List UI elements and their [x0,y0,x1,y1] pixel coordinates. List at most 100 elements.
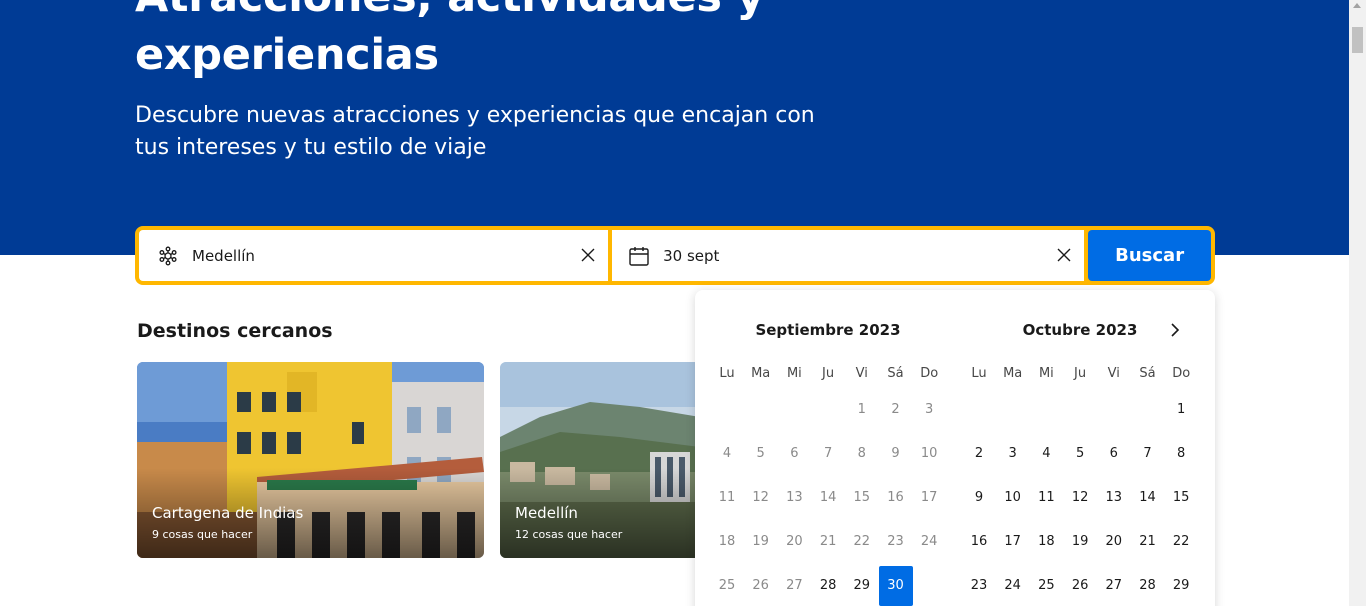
calendar-day[interactable]: 8 [1164,434,1198,474]
calendar-day[interactable]: 6 [1097,434,1131,474]
weekday-label: Do [1172,366,1191,381]
hero-banner: Atracciones, actividades y experiencias … [0,0,1349,255]
weekday-label: Sá [1139,366,1156,381]
next-month-icon[interactable] [1165,320,1185,340]
weekday-label: Ma [1003,366,1023,381]
calendar-day: 14 [819,490,837,505]
month-title: Septiembre 2023 [755,321,901,339]
calendar-day[interactable]: 28 [1131,566,1165,606]
calendar-day[interactable]: 16 [962,522,996,562]
calendar-day: 6 [790,446,799,461]
calendar-day: 4 [722,446,732,461]
attraction-icon [157,245,179,267]
calendar-day: 16 [887,490,904,505]
hero-title: Atracciones, actividades y experiencias [135,0,764,80]
calendar-day[interactable]: 26 [1063,566,1097,606]
date-field[interactable]: 30 sept [612,230,1085,281]
calendar-day[interactable]: 15 [1164,478,1198,518]
calendar-day[interactable]: 9 [962,478,996,518]
card-count: 12 cosas que hacer [515,528,623,541]
calendar-day: 26 [752,578,769,593]
weekday-label: Vi [855,366,868,381]
calendar-day: 13 [786,490,803,505]
weekday-label: Do [920,366,939,381]
weekday-label: Ju [822,366,835,381]
calendar-day[interactable]: 10 [996,478,1030,518]
date-input[interactable]: 30 sept [663,247,719,265]
calendar-day[interactable]: 4 [1029,434,1063,474]
calendar-day[interactable]: 14 [1131,478,1165,518]
weekday-label: Sá [887,366,904,381]
calendar-day: 24 [920,534,938,549]
calendar-day: 21 [819,534,837,549]
search-button[interactable]: Buscar [1088,230,1211,281]
calendar-day[interactable]: 20 [1097,522,1131,562]
calendar-day: 20 [786,534,803,549]
calendar-day: 15 [853,490,871,505]
month-title: Octubre 2023 [1022,321,1138,339]
calendar-day[interactable]: 3 [996,434,1030,474]
calendar-day: 27 [786,578,803,593]
page: Atracciones, actividades y experiencias … [0,0,1366,606]
calendar-day[interactable]: 22 [1164,522,1198,562]
card-name: Cartagena de Indias [152,504,304,522]
calendar-day[interactable]: 19 [1063,522,1097,562]
calendar-day: 10 [920,446,938,461]
calendar-day[interactable]: 2 [962,434,996,474]
calendar-icon [628,245,650,267]
calendar-day[interactable]: 5 [1063,434,1097,474]
calendar-day[interactable]: 17 [996,522,1030,562]
calendar-day[interactable]: 27 [1097,566,1131,606]
calendar-day[interactable]: 21 [1131,522,1165,562]
calendar-day: 3 [925,402,934,417]
calendar-day[interactable]: 23 [962,566,996,606]
destination-input[interactable]: Medellín [192,247,255,265]
calendar-day[interactable]: 13 [1097,478,1131,518]
weekday-label: Lu [719,366,735,381]
calendar-day[interactable]: 1 [1164,390,1198,430]
weekday-label: Lu [971,366,987,381]
nearby-destinations-title: Destinos cercanos [137,320,333,342]
search-bar: Medellín 30 sept Buscar [135,226,1215,285]
calendar-day[interactable]: 29 [845,566,879,606]
calendar-day[interactable]: 29 [1164,566,1198,606]
weekday-label: Mi [786,366,802,381]
calendar-day: 1 [857,402,866,417]
calendar-day[interactable]: 28 [811,566,845,606]
destination-card-medellin[interactable]: Medellín 12 cosas que hacer [500,362,700,558]
calendar-day[interactable]: 24 [996,566,1030,606]
clear-destination-icon[interactable] [578,245,598,265]
hero-subtitle: Descubre nuevas atracciones y experienci… [135,103,815,160]
calendar-day: 2 [891,402,900,417]
page-scrollbar[interactable] [1349,0,1366,606]
calendar-day: 5 [756,446,765,461]
weekday-label: Ma [751,366,771,381]
calendar-day: 23 [887,534,904,549]
date-picker-calendar: Septiembre 2023 Lu Ma Mi Ju Vi Sá Do 1 2 3 4 5 6 7 8 9 1… [695,290,1215,606]
calendar-day[interactable]: 30 [878,566,913,606]
calendar-day: 11 [718,490,736,505]
destination-card-cartagena[interactable]: Cartagena de Indias 9 cosas que hacer [137,362,484,558]
calendar-day: 19 [752,534,769,549]
calendar-day: 7 [823,446,833,461]
weekday-label: Mi [1038,366,1054,381]
card-name: Medellín [515,504,578,522]
calendar-day: 12 [752,490,769,505]
calendar-day[interactable]: 11 [1029,478,1063,518]
calendar-day: 18 [718,534,736,549]
calendar-day: 8 [857,446,866,461]
calendar-day[interactable]: 18 [1029,522,1063,562]
calendar-day: 17 [920,490,938,505]
card-count: 9 cosas que hacer [152,528,253,541]
scrollbar-thumb[interactable] [1352,27,1363,53]
calendar-day[interactable]: 12 [1063,478,1097,518]
calendar-day: 25 [718,578,736,593]
clear-date-icon[interactable] [1054,245,1074,265]
scroll-up-arrow-icon[interactable] [1353,3,1361,8]
weekday-label: Vi [1107,366,1120,381]
calendar-day[interactable]: 7 [1131,434,1165,474]
calendar-day: 22 [853,534,871,549]
weekday-label: Ju [1074,366,1087,381]
calendar-day[interactable]: 25 [1029,566,1063,606]
destination-field[interactable]: Medellín [139,230,609,281]
